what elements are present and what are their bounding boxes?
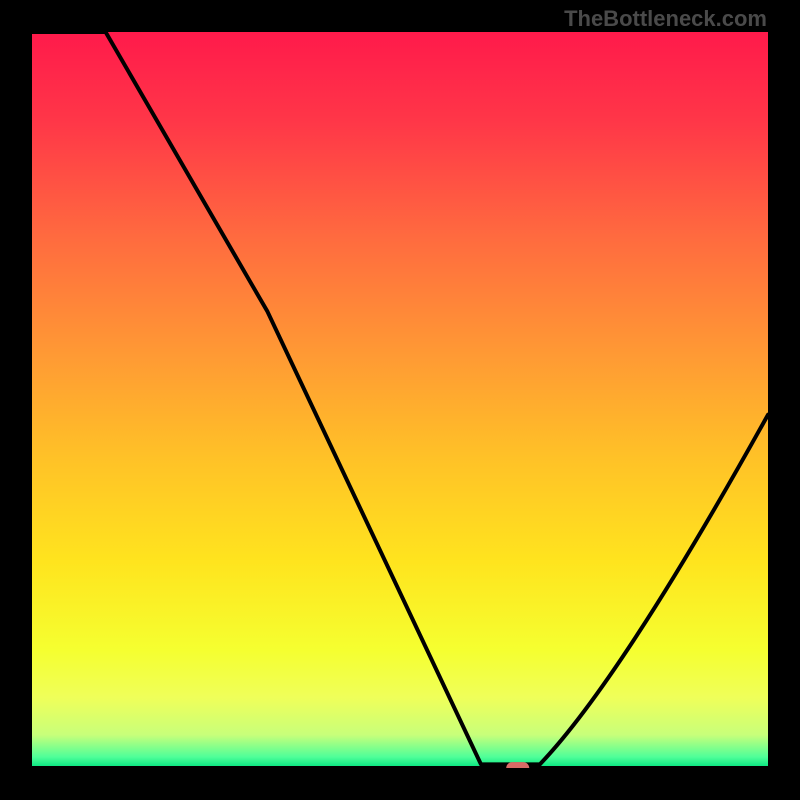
watermark-text: TheBottleneck.com [564,6,767,32]
bottleneck-curve [32,32,768,768]
chart-stage: TheBottleneck.com [0,0,800,800]
x-axis-baseline [32,766,768,768]
optimal-point-marker [506,762,530,768]
plot-area [32,32,768,768]
